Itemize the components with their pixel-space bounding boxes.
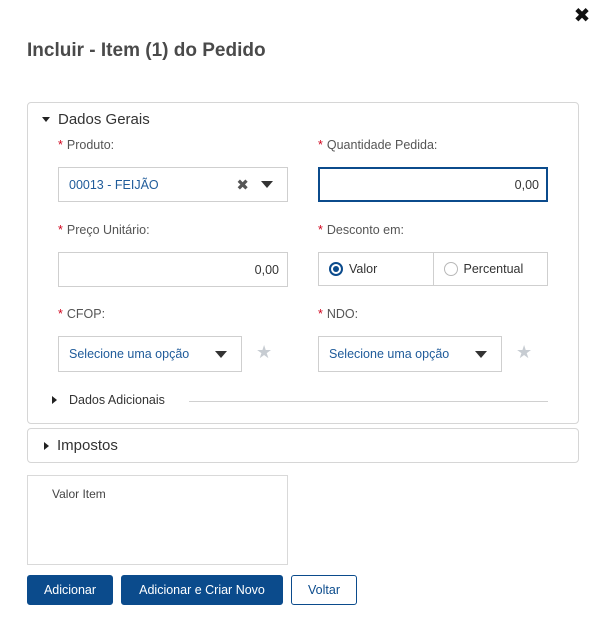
cfop-label: * CFOP: — [58, 307, 105, 321]
quantidade-label: * Quantidade Pedida: — [318, 138, 437, 152]
dados-gerais-header[interactable]: Dados Gerais — [42, 111, 150, 128]
caret-right-icon — [52, 396, 57, 404]
chevron-down-icon[interactable] — [475, 350, 487, 358]
ndo-label-text: NDO: — [326, 307, 359, 321]
preco-value: 0,00 — [254, 262, 279, 277]
divider — [189, 401, 548, 402]
dados-adicionais-title: Dados Adicionais — [69, 393, 165, 407]
chevron-down-icon[interactable] — [261, 181, 273, 188]
caret-right-icon — [44, 441, 49, 450]
radio-selected-icon[interactable] — [329, 262, 343, 276]
required-mark: * — [318, 307, 323, 321]
valor-item-box: Valor Item — [27, 475, 288, 565]
chevron-down-icon[interactable] — [215, 350, 227, 358]
star-icon[interactable]: ★ — [516, 342, 532, 363]
dados-adicionais-header[interactable]: Dados Adicionais — [52, 393, 165, 407]
caret-down-icon — [42, 117, 50, 122]
close-icon[interactable]: ✖ — [572, 6, 592, 26]
desconto-label-text: Desconto em: — [326, 223, 404, 237]
quantidade-input[interactable]: 0,00 — [318, 167, 548, 202]
cfop-label-text: CFOP: — [66, 307, 106, 321]
desconto-label: * Desconto em: — [318, 223, 404, 237]
quantidade-value: 0,00 — [514, 177, 539, 192]
impostos-title: Impostos — [57, 437, 118, 454]
produto-select[interactable]: 00013 - FEIJÃO ✖ — [58, 167, 288, 202]
produto-label-text: Produto: — [66, 138, 115, 152]
required-mark: * — [58, 223, 63, 237]
radio-percentual-label: Percentual — [463, 262, 524, 276]
back-button[interactable]: Voltar — [291, 575, 357, 605]
radio-percentual[interactable]: Percentual — [432, 253, 548, 285]
desconto-radio-group: Valor Percentual — [318, 252, 548, 286]
dados-gerais-title: Dados Gerais — [58, 111, 150, 128]
clear-icon[interactable]: ✖ — [236, 176, 249, 194]
ndo-select[interactable]: Selecione uma opção — [318, 336, 502, 372]
star-icon[interactable]: ★ — [256, 342, 272, 363]
required-mark: * — [318, 138, 323, 152]
preco-label: * Preço Unitário: — [58, 223, 150, 237]
ndo-placeholder: Selecione uma opção — [329, 347, 450, 361]
cfop-select[interactable]: Selecione uma opção — [58, 336, 242, 372]
required-mark: * — [318, 223, 323, 237]
cfop-placeholder: Selecione uma opção — [69, 347, 190, 361]
add-and-new-button[interactable]: Adicionar e Criar Novo — [121, 575, 283, 605]
add-button[interactable]: Adicionar — [27, 575, 113, 605]
radio-valor-label: Valor — [349, 262, 378, 276]
preco-label-text: Preço Unitário: — [66, 223, 150, 237]
produto-label: * Produto: — [58, 138, 114, 152]
valor-item-label: Valor Item — [52, 487, 106, 501]
ndo-label: * NDO: — [318, 307, 358, 321]
radio-unselected-icon[interactable] — [443, 262, 458, 276]
impostos-header[interactable]: Impostos — [44, 437, 118, 454]
required-mark: * — [58, 138, 63, 152]
preco-input[interactable]: 0,00 — [58, 252, 288, 287]
quantidade-label-text: Quantidade Pedida: — [326, 138, 438, 152]
dialog-title: Incluir - Item (1) do Pedido — [27, 40, 266, 61]
produto-value: 00013 - FEIJÃO — [69, 177, 159, 192]
radio-valor[interactable]: Valor — [319, 253, 433, 285]
required-mark: * — [58, 307, 63, 321]
